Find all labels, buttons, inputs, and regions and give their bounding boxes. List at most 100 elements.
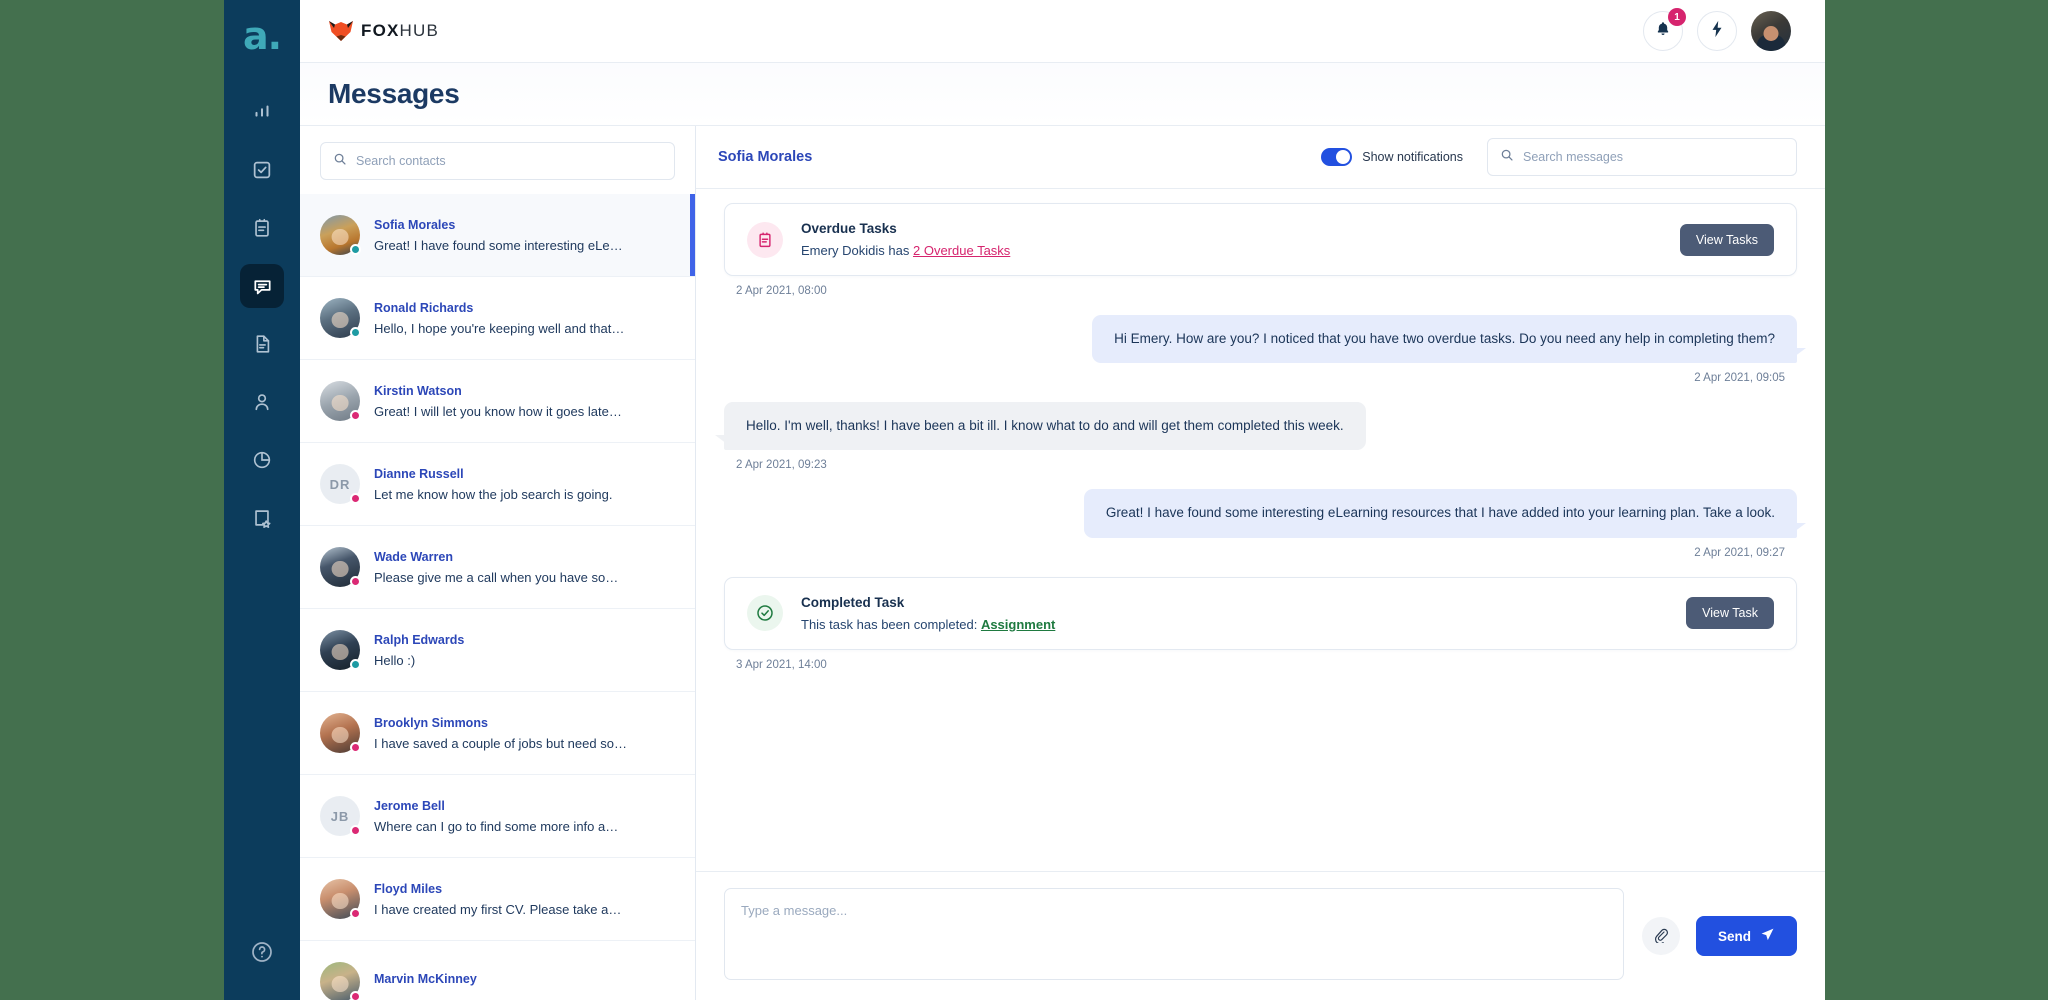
sidebar-item-tasks[interactable] [240, 148, 284, 192]
message-input[interactable] [724, 888, 1624, 980]
status-dot-away [350, 493, 361, 504]
primary-nav-rail: a. [224, 0, 300, 1000]
notifications-badge: 1 [1668, 8, 1686, 26]
attach-button[interactable] [1641, 917, 1680, 955]
check-circle-icon [747, 595, 783, 632]
contact-preview: I have created my first CV. Please take … [374, 901, 622, 917]
contact-list-item[interactable]: Brooklyn Simmons I have saved a couple of… [300, 692, 695, 775]
notifications-button[interactable]: 1 [1643, 8, 1686, 51]
sidebar-item-documents[interactable] [240, 322, 284, 366]
rail-logo[interactable]: a. [224, 6, 300, 66]
contact-name: Jerome Bell [374, 798, 445, 813]
task-card-subtitle-text: Emery Dokidis has [801, 243, 913, 258]
contact-name: Marvin McKinney [374, 972, 477, 986]
avatar-initials: DR [320, 464, 361, 504]
message-bubble-outgoing: Great! I have found some interesting eLe… [1083, 489, 1807, 538]
contact-list-item[interactable]: Floyd Miles I have created my first CV. P… [300, 858, 695, 941]
status-dot-away [350, 825, 361, 836]
rail-items [240, 90, 284, 540]
contact-meta: Marvin McKinney [374, 972, 675, 992]
contact-meta: Dianne Russell Let me know how the job se… [374, 467, 675, 502]
sidebar-item-reports[interactable] [240, 438, 284, 482]
task-card-link[interactable]: 2 Overdue Tasks [913, 243, 1010, 258]
status-dot-away [350, 991, 361, 1000]
task-card-link[interactable]: Assignment [981, 617, 1055, 632]
status-dot-away [350, 742, 361, 753]
message-composer: Send [696, 871, 1825, 1000]
contact-meta: Ronald Richards Hello, I hope you're keep… [374, 301, 675, 336]
bar-chart-icon [251, 101, 273, 123]
contact-list-item[interactable]: DR Dianne Russell Let me know how the job … [300, 443, 695, 526]
search-messages-input[interactable] [1523, 150, 1784, 164]
send-button[interactable]: Send [1695, 916, 1797, 956]
contact-preview: Where can I go to find some more info a… [374, 818, 619, 834]
contact-preview: Let me know how the job search is going. [374, 486, 613, 502]
toggle-knob [1336, 150, 1351, 164]
paperclip-icon [1653, 927, 1669, 946]
message-row: Hi Emery. How are you? I noticed that yo… [724, 315, 1806, 364]
lightning-bolt-icon [1709, 20, 1725, 43]
contact-list-item[interactable]: JB Jerome Bell Where can I go to find some… [300, 775, 695, 858]
search-icon [1500, 148, 1514, 167]
message-timestamp: 2 Apr 2021, 08:00 [736, 285, 827, 297]
message-bubble-outgoing: Hi Emery. How are you? I noticed that yo… [1092, 315, 1806, 364]
contact-list-item[interactable]: Ralph Edwards Hello :) [300, 609, 695, 692]
contact-list-item[interactable]: Kirstin Watson Great! I will let you know… [300, 360, 695, 443]
page-header: Messages [300, 63, 1825, 126]
sidebar-item-messages[interactable] [240, 264, 284, 308]
sidebar-item-saved[interactable] [240, 496, 284, 540]
contact-preview: Please give me a call when you have so… [374, 569, 619, 585]
rail-logo-glyph: a. [242, 14, 282, 58]
brand-name-bold: FOX [361, 21, 400, 40]
checkbox-check-icon [251, 159, 273, 181]
task-card-text: Completed Task This task has been complet… [801, 595, 1668, 632]
message-timestamp: 2 Apr 2021, 09:05 [1694, 372, 1785, 385]
status-dot-away [350, 908, 361, 919]
sidebar-item-people[interactable] [240, 380, 284, 424]
document-icon [251, 333, 273, 355]
sidebar-item-plans[interactable] [240, 206, 284, 250]
contact-name: Wade Warren [374, 549, 453, 564]
contacts-panel: Sofia Morales Great! I have found some in… [300, 126, 696, 1000]
show-notifications-label: Show notifications [1362, 150, 1463, 164]
contact-name: Dianne Russell [374, 466, 464, 481]
contact-meta: Sofia Morales Great! I have found some in… [374, 218, 675, 253]
contacts-search-box[interactable] [320, 142, 675, 180]
message-row: Hello. I'm well, thanks! I have been a b… [715, 402, 1797, 451]
contact-meta: Ralph Edwards Hello :) [374, 633, 675, 668]
show-notifications-toggle[interactable]: Show notifications [1321, 148, 1463, 166]
message-thread[interactable]: Overdue Tasks Emery Dokidis has 2 Overdue… [696, 189, 1825, 871]
contact-preview: Great! I have found some interesting eLe… [374, 237, 623, 253]
contact-name: Floyd Miles [374, 881, 443, 896]
task-card-button[interactable]: View Task [1686, 597, 1774, 630]
messages-search-box[interactable] [1487, 138, 1797, 176]
conversation-header: Sofia Morales Show notifications [696, 126, 1825, 189]
brand-logo[interactable]: FOXHUB [328, 20, 439, 42]
fox-logo-icon [328, 20, 354, 42]
status-dot-online [350, 244, 361, 255]
avatar-initials: JB [320, 796, 361, 836]
contact-meta: Wade Warren Please give me a call when yo… [374, 550, 675, 585]
avatar [320, 215, 361, 255]
task-card-button[interactable]: View Tasks [1679, 223, 1774, 256]
sidebar-item-analytics[interactable] [240, 90, 284, 134]
contact-list-item[interactable]: Sofia Morales Great! I have found some in… [300, 194, 695, 277]
conversation-title: Sofia Morales [718, 149, 813, 165]
avatar [320, 879, 361, 919]
bookmark-star-icon [251, 507, 273, 529]
contacts-list: Sofia Morales Great! I have found some in… [300, 194, 695, 1000]
top-bar: FOXHUB 1 [300, 0, 1825, 63]
contact-list-item[interactable]: Ronald Richards Hello, I hope you're keep… [300, 277, 695, 360]
quick-actions-button[interactable] [1697, 11, 1737, 51]
contact-preview: Hello, I hope you're keeping well and th… [374, 320, 625, 336]
contacts-search-wrap [300, 126, 695, 194]
status-dot-online [350, 327, 361, 338]
sidebar-item-help[interactable] [240, 932, 284, 976]
user-avatar[interactable] [1751, 11, 1791, 51]
search-contacts-input[interactable] [356, 154, 662, 168]
message-row: Great! I have found some interesting eLe… [724, 489, 1807, 538]
contact-list-item[interactable]: Marvin McKinney [300, 941, 695, 1000]
avatar [320, 547, 361, 587]
contact-list-item[interactable]: Wade Warren Please give me a call when yo… [300, 526, 695, 609]
toggle-switch[interactable] [1321, 148, 1353, 166]
